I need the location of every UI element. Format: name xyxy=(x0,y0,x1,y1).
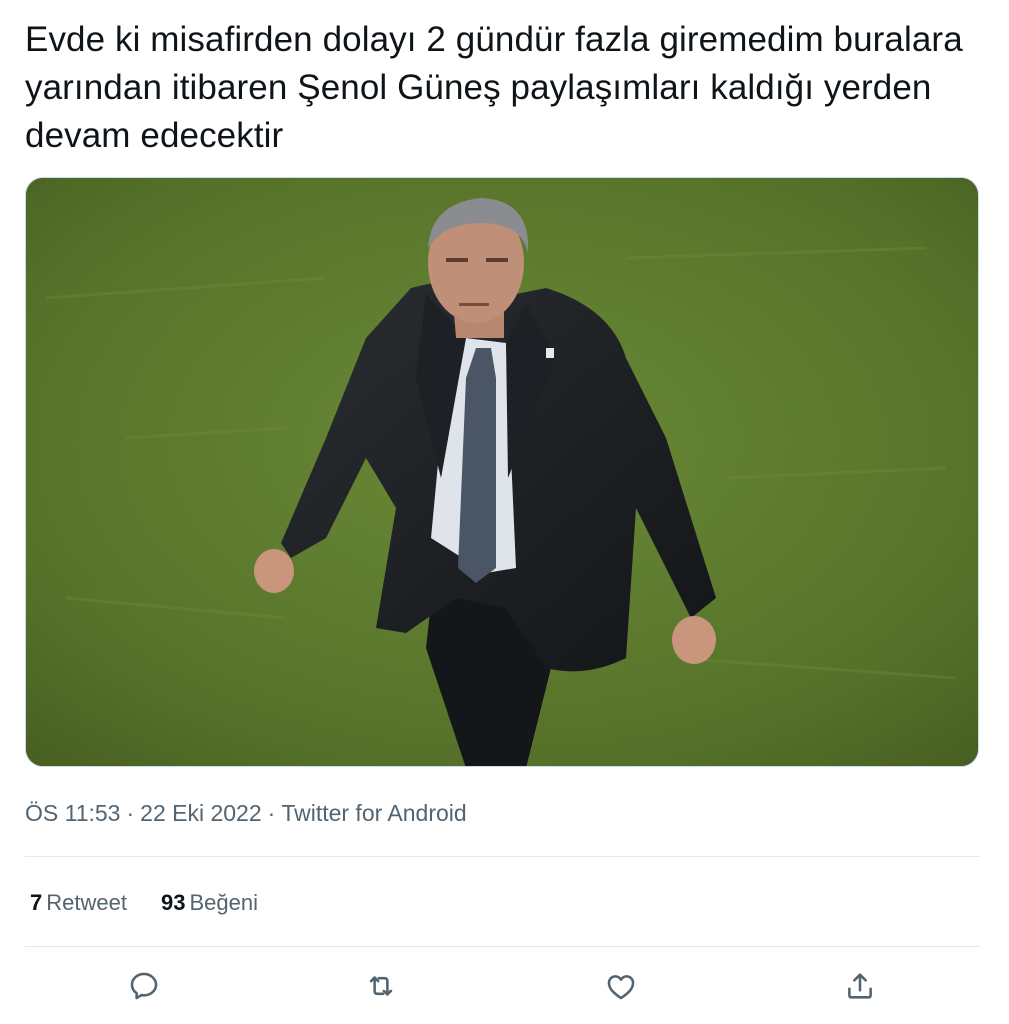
tweet-source[interactable]: Twitter for Android xyxy=(281,800,466,826)
tweet-photo[interactable] xyxy=(25,177,979,767)
like-button[interactable] xyxy=(601,966,641,1006)
meta-separator: · xyxy=(126,800,135,826)
tweet-stats: 7 Retweet 93 Beğeni xyxy=(30,888,258,918)
meta-separator: · xyxy=(267,800,276,826)
retweets-stat[interactable]: 7 Retweet xyxy=(30,888,127,918)
reply-icon xyxy=(130,972,158,1000)
likes-stat[interactable]: 93 Beğeni xyxy=(161,888,258,918)
tweet-text: Evde ki misafirden dolayı 2 gündür fazla… xyxy=(25,20,963,155)
retweets-label: Retweet xyxy=(46,890,127,915)
tweet-actions xyxy=(25,962,980,1012)
retweets-count: 7 xyxy=(30,890,43,915)
retweet-button[interactable] xyxy=(361,966,401,1006)
tweet-time[interactable]: ÖS 11:53 xyxy=(25,800,120,826)
share-icon xyxy=(848,973,872,999)
share-button[interactable] xyxy=(840,966,880,1006)
reply-button[interactable] xyxy=(124,966,164,1006)
likes-label: Beğeni xyxy=(189,890,258,915)
retweet-icon xyxy=(369,976,393,996)
divider-bottom xyxy=(25,946,980,947)
tweet-meta: ÖS 11:53 · 22 Eki 2022 · Twitter for Android xyxy=(25,798,467,828)
like-icon xyxy=(607,975,635,1000)
divider-top xyxy=(25,856,980,857)
likes-count: 93 xyxy=(160,890,186,915)
tweet-date[interactable]: 22 Eki 2022 xyxy=(140,800,261,826)
photo-coach-on-pitch xyxy=(26,178,978,766)
